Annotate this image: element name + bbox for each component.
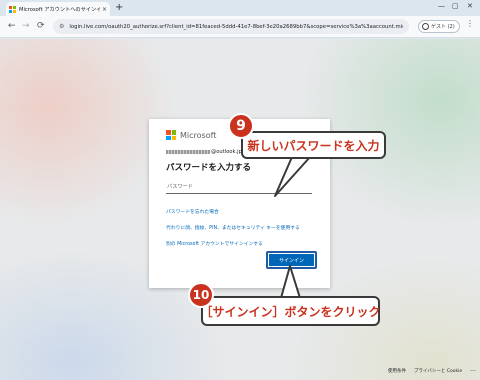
brand-name: Microsoft bbox=[180, 130, 217, 140]
more-options-icon[interactable]: ... bbox=[470, 367, 476, 374]
step-10-badge: 10 bbox=[188, 282, 214, 308]
reload-icon[interactable]: ⟳ bbox=[37, 21, 45, 31]
other-account-link[interactable]: 別の Microsoft アカウントでサインインする bbox=[166, 240, 313, 247]
terms-link[interactable]: 使用条件 bbox=[388, 368, 406, 374]
microsoft-favicon-icon bbox=[9, 5, 16, 13]
guest-label: ゲスト (2) bbox=[431, 24, 455, 30]
callout-10-text: ［サインイン］ボタンをクリック bbox=[200, 304, 381, 319]
back-icon[interactable]: ← bbox=[8, 21, 16, 31]
maximize-icon[interactable]: ▢ bbox=[452, 2, 459, 10]
tab-strip: Microsoft アカウントへのサインイン × + — ▢ ✕ bbox=[0, 0, 480, 16]
masked-username bbox=[166, 150, 210, 154]
forward-icon[interactable]: → bbox=[22, 21, 30, 31]
callout-step-10: ［サインイン］ボタンをクリック bbox=[200, 296, 381, 326]
guest-avatar-icon bbox=[422, 23, 429, 30]
callout-9-text: 新しいパスワードを入力 bbox=[247, 138, 380, 153]
close-window-icon[interactable]: ✕ bbox=[467, 2, 473, 10]
address-bar[interactable]: ⚙ login.live.com/oauth20_authorize.srf?c… bbox=[53, 19, 409, 34]
browser-menu-icon[interactable]: ⋮ bbox=[466, 20, 474, 28]
microsoft-logo-icon bbox=[166, 130, 176, 140]
privacy-link[interactable]: プライバシーと Cookie bbox=[414, 368, 462, 374]
other-signin-methods-link[interactable]: 代わりに顔、指紋、PIN、またはセキュリティ キーを使用する bbox=[166, 224, 313, 231]
page-title: パスワードを入力する bbox=[166, 163, 252, 173]
url-text: login.live.com/oauth20_authorize.srf?cli… bbox=[69, 23, 403, 30]
tab-signin[interactable]: Microsoft アカウントへのサインイン × bbox=[6, 2, 110, 16]
signin-button[interactable]: サインイン bbox=[269, 254, 314, 266]
step-9-badge: 9 bbox=[228, 113, 254, 139]
tab-title: Microsoft アカウントへのサインイン bbox=[19, 6, 100, 13]
tab-close-icon[interactable]: × bbox=[102, 6, 107, 13]
guest-profile-button[interactable]: ゲスト (2) bbox=[418, 20, 460, 33]
browser-toolbar: ← → ⟳ ⚙ login.live.com/oauth20_authorize… bbox=[0, 16, 480, 38]
callout-step-9: 新しいパスワードを入力 bbox=[241, 131, 386, 159]
new-tab-button[interactable]: + bbox=[115, 3, 123, 13]
minimize-icon[interactable]: — bbox=[438, 2, 445, 10]
browser-window: Microsoft アカウントへのサインイン × + — ▢ ✕ ← → ⟳ ⚙… bbox=[0, 0, 480, 380]
site-info-icon[interactable]: ⚙ bbox=[59, 23, 64, 30]
forgot-password-link[interactable]: パスワードを忘れた場合 bbox=[166, 208, 313, 215]
account-suffix: @outlook.jp bbox=[211, 149, 242, 155]
password-input[interactable] bbox=[166, 181, 312, 194]
page-footer: 使用条件 プライバシーと Cookie ... bbox=[388, 367, 476, 375]
